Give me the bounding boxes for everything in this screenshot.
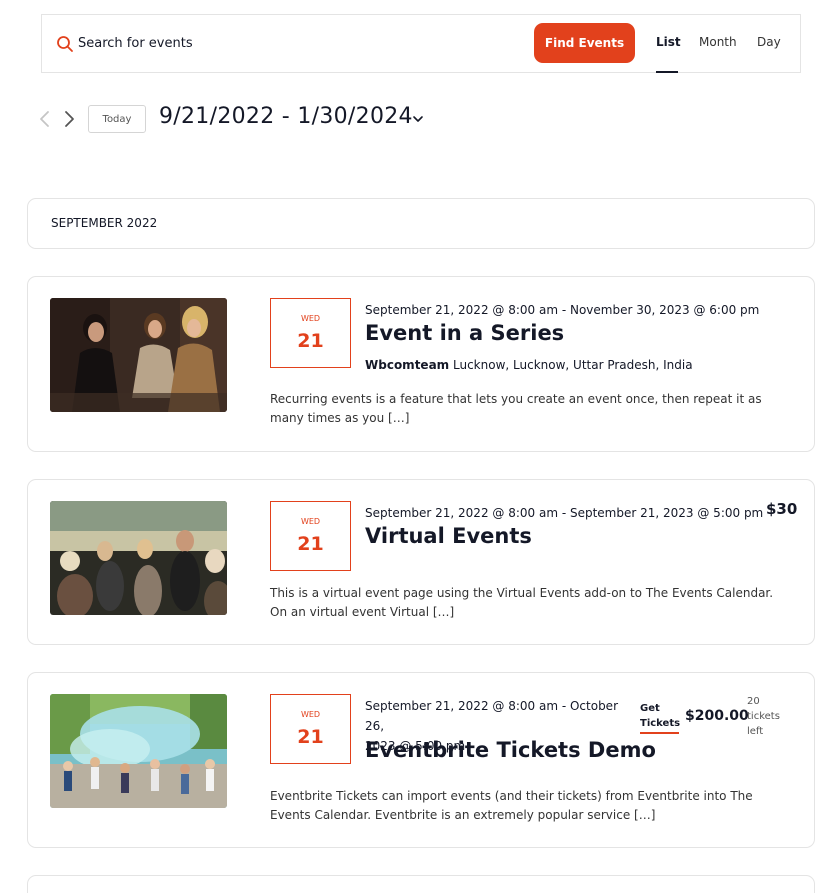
event-cost: $30	[766, 500, 798, 518]
today-button[interactable]: Today	[88, 105, 146, 133]
event-datetime: September 21, 2022 @ 8:00 am - November …	[365, 303, 760, 317]
event-card	[27, 875, 815, 893]
month-label: SEPTEMBER 2022	[51, 216, 158, 230]
search-icon	[57, 36, 73, 52]
events-search-bar: Find Events List Month Day	[41, 14, 801, 73]
venue-address: Lucknow, Lucknow, Uttar Pradesh, India	[453, 358, 693, 372]
event-card: WED 21 September 21, 2022 @ 8:00 am - Oc…	[27, 672, 815, 848]
event-weekday: WED	[300, 314, 321, 323]
event-venue: Wbcomteam Lucknow, Lucknow, Uttar Prades…	[365, 358, 693, 372]
month-separator: SEPTEMBER 2022	[27, 198, 815, 249]
event-cost: $200.00	[685, 708, 749, 724]
event-description: Recurring events is a feature that lets …	[270, 392, 762, 425]
event-image[interactable]	[50, 694, 227, 808]
tab-month[interactable]: Month	[699, 35, 737, 49]
event-weekday: WED	[300, 710, 321, 719]
event-card: WED 21 September 21, 2022 @ 8:00 am - Se…	[27, 479, 815, 645]
event-date-tag: WED 21	[270, 298, 351, 368]
event-image[interactable]	[50, 501, 227, 615]
find-events-button[interactable]: Find Events	[534, 23, 635, 63]
date-range-picker[interactable]: 9/21/2022 - 1/30/2024	[159, 104, 413, 129]
event-date-tag: WED 21	[270, 501, 351, 571]
event-card: WED 21 September 21, 2022 @ 8:00 am - No…	[27, 276, 815, 452]
search-input[interactable]	[78, 31, 378, 55]
get-tickets-link[interactable]: Get Tickets	[640, 701, 680, 734]
tab-day[interactable]: Day	[757, 35, 781, 49]
event-title-link[interactable]: Event in a Series	[365, 321, 564, 345]
event-description: Eventbrite Tickets can import events (an…	[270, 789, 753, 822]
chevron-right-icon[interactable]	[62, 110, 76, 128]
event-description: This is a virtual event page using the V…	[270, 586, 774, 619]
event-day: 21	[297, 726, 324, 748]
event-title-link[interactable]: Virtual Events	[365, 524, 532, 548]
event-day: 21	[297, 533, 324, 555]
chevron-down-icon[interactable]	[412, 114, 424, 124]
active-tab-indicator	[656, 71, 678, 73]
tab-list[interactable]: List	[656, 35, 681, 49]
venue-name: Wbcomteam	[365, 358, 450, 372]
event-weekday: WED	[300, 517, 321, 526]
event-image[interactable]	[50, 298, 227, 412]
event-date-tag: WED 21	[270, 694, 351, 764]
event-title-link[interactable]: Eventbrite Tickets Demo	[365, 738, 656, 762]
tickets-left: 20 tickets left	[747, 696, 780, 737]
event-day: 21	[297, 330, 324, 352]
chevron-left-icon[interactable]	[38, 110, 52, 128]
event-datetime: September 21, 2022 @ 8:00 am - September…	[365, 506, 764, 520]
